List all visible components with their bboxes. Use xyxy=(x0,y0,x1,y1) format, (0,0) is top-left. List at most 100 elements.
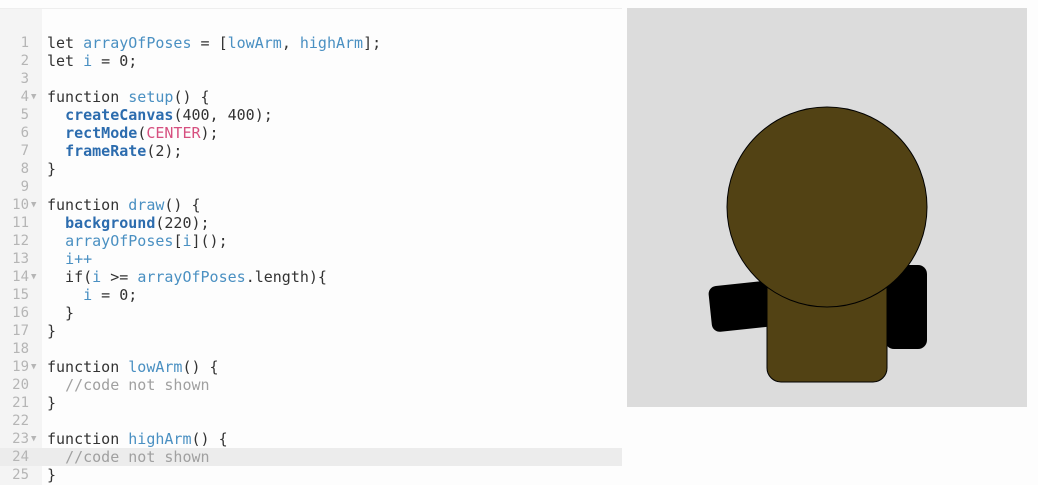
code-line[interactable]: 2 let i = 0; xyxy=(0,52,622,70)
code-token: i xyxy=(83,286,93,304)
fold-arrow-icon[interactable]: ▼ xyxy=(31,88,41,106)
fold-arrow-icon[interactable]: ▼ xyxy=(31,268,41,286)
canvas-drawing xyxy=(627,8,1027,407)
line-code: } xyxy=(47,304,74,322)
code-token: frameRate xyxy=(65,142,147,160)
code-token: () { xyxy=(191,430,228,448)
code-token: i xyxy=(182,232,192,250)
code-token: rectMode xyxy=(65,124,138,142)
line-code: } xyxy=(47,322,56,340)
code-line[interactable]: 13 i++ xyxy=(0,250,622,268)
code-token: createCanvas xyxy=(65,106,174,124)
code-line[interactable]: 15 i = 0; xyxy=(0,286,622,304)
code-token: .length){ xyxy=(245,268,327,286)
code-line[interactable]: 20 //code not shown xyxy=(0,376,622,394)
line-number: 4 xyxy=(20,89,29,105)
line-code: //code not shown xyxy=(47,448,210,466)
code-line[interactable]: 9 xyxy=(0,178,622,196)
code-token: >= xyxy=(101,268,138,286)
code-line[interactable]: 25} xyxy=(0,466,622,484)
line-number: 15 xyxy=(12,287,29,303)
code-line[interactable]: 17} xyxy=(0,322,622,340)
code-token: lowArm xyxy=(227,34,282,52)
line-number: 11 xyxy=(12,215,29,231)
line-code: if(i >= arrayOfPoses.length){ xyxy=(47,268,327,286)
sketch-page: 1 let arrayOfPoses = [lowArm, highArm]; 2 l… xyxy=(0,0,1038,485)
line-code: i = 0; xyxy=(47,286,137,304)
code-token: highArm xyxy=(299,34,364,52)
line-number: 12 xyxy=(12,233,29,249)
fold-arrow-icon[interactable]: ▼ xyxy=(31,430,41,448)
code-token: highArm xyxy=(128,430,192,448)
code-token: } xyxy=(47,160,57,178)
code-line[interactable]: 24 //code not shown xyxy=(0,448,622,466)
fold-arrow-icon[interactable]: ▼ xyxy=(31,196,41,214)
code-token: (400, 400); xyxy=(173,106,273,124)
code-line[interactable]: 21} xyxy=(0,394,622,412)
code-token: let xyxy=(47,52,84,70)
line-code: } xyxy=(47,394,56,412)
code-token: function xyxy=(47,430,129,448)
line-number: 14 xyxy=(12,269,29,285)
code-token: ]; xyxy=(363,34,382,52)
code-line[interactable]: 14 ▼ if(i >= arrayOfPoses.length){ xyxy=(0,268,622,286)
line-code: let i = 0; xyxy=(47,52,137,70)
line-number: 1 xyxy=(20,35,29,51)
line-number: 9 xyxy=(20,179,29,195)
code-editor[interactable]: 1 let arrayOfPoses = [lowArm, highArm]; 2 l… xyxy=(0,8,622,485)
line-number: 5 xyxy=(20,107,29,123)
code-token: draw xyxy=(128,196,165,214)
sketch-preview-canvas xyxy=(627,8,1027,407)
code-token: } xyxy=(47,394,57,412)
line-number: 24 xyxy=(12,449,29,465)
fold-arrow-icon[interactable]: ▼ xyxy=(31,358,41,376)
line-number: 17 xyxy=(12,323,29,339)
code-lines[interactable]: 1 let arrayOfPoses = [lowArm, highArm]; 2 l… xyxy=(0,34,622,484)
line-number: 2 xyxy=(20,53,29,69)
code-token: arrayOfPoses xyxy=(65,232,174,250)
code-token: () { xyxy=(164,196,201,214)
code-token: = 0; xyxy=(92,286,138,304)
code-line[interactable]: 6 rectMode(CENTER); xyxy=(0,124,622,142)
code-token: i++ xyxy=(65,250,93,268)
code-token: arrayOfPoses xyxy=(137,268,246,286)
code-line[interactable]: 3 xyxy=(0,70,622,88)
code-line[interactable]: 8} xyxy=(0,160,622,178)
code-token: = [ xyxy=(191,34,228,52)
line-number: 10 xyxy=(12,197,29,213)
code-token: CENTER xyxy=(146,124,201,142)
code-line[interactable]: 16 } xyxy=(0,304,622,322)
line-number: 6 xyxy=(20,125,29,141)
line-code: function setup() { xyxy=(47,88,210,106)
code-line[interactable]: 19 ▼ function lowArm() { xyxy=(0,358,622,376)
code-token: } xyxy=(47,466,57,484)
code-line[interactable]: 4 ▼ function setup() { xyxy=(0,88,622,106)
line-number: 22 xyxy=(12,413,29,429)
line-number: 16 xyxy=(12,305,29,321)
code-line[interactable]: 10 ▼ function draw() { xyxy=(0,196,622,214)
code-line[interactable]: 22 xyxy=(0,412,622,430)
code-token: function xyxy=(47,88,129,106)
code-line[interactable]: 11 background(220); xyxy=(0,214,622,232)
code-line[interactable]: 7 frameRate(2); xyxy=(0,142,622,160)
line-code: createCanvas(400, 400); xyxy=(47,106,273,124)
code-line[interactable]: 18 xyxy=(0,340,622,358)
code-line[interactable]: 1 let arrayOfPoses = [lowArm, highArm]; xyxy=(0,34,622,52)
line-number: 18 xyxy=(12,341,29,357)
code-token: //code not shown xyxy=(65,448,210,466)
line-number: 8 xyxy=(20,161,29,177)
line-number: 13 xyxy=(12,251,29,267)
code-line[interactable]: 12 arrayOfPoses[i](); xyxy=(0,232,622,250)
code-line[interactable]: 5 createCanvas(400, 400); xyxy=(0,106,622,124)
line-code: arrayOfPoses[i](); xyxy=(47,232,228,250)
line-number: 21 xyxy=(12,395,29,411)
line-code: background(220); xyxy=(47,214,210,232)
code-line[interactable]: 23 ▼ function highArm() { xyxy=(0,430,622,448)
